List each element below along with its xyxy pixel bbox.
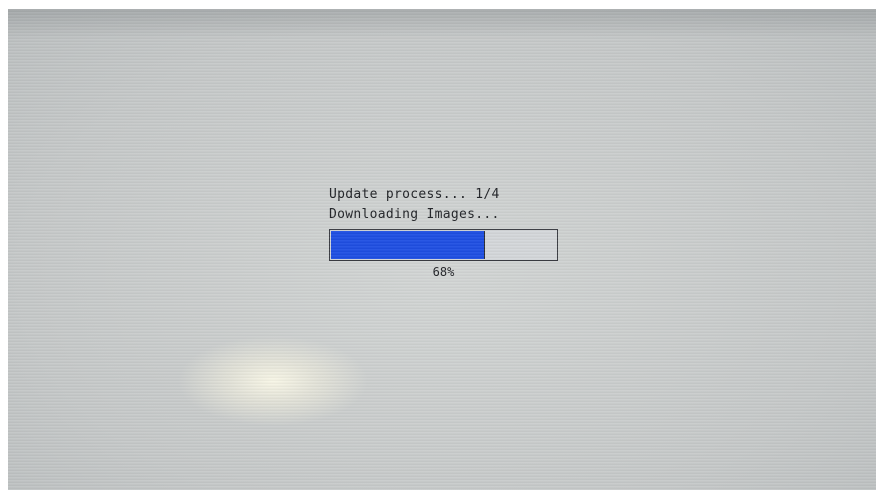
progress-percent-label: 68% (432, 265, 455, 279)
update-dialog: Update process... 1/4 Downloading Images… (329, 185, 569, 282)
monitor-screen: Update process... 1/4 Downloading Images… (8, 9, 876, 490)
update-status-text: Update process... 1/4 (329, 187, 500, 202)
progress-bar-fill (331, 231, 484, 259)
progress-bar-edge (484, 231, 485, 259)
progress-bar (329, 229, 558, 261)
photo-frame: Update process... 1/4 Downloading Images… (0, 0, 876, 493)
screen-top-shade (8, 9, 876, 39)
download-status-text: Downloading Images... (329, 207, 500, 222)
